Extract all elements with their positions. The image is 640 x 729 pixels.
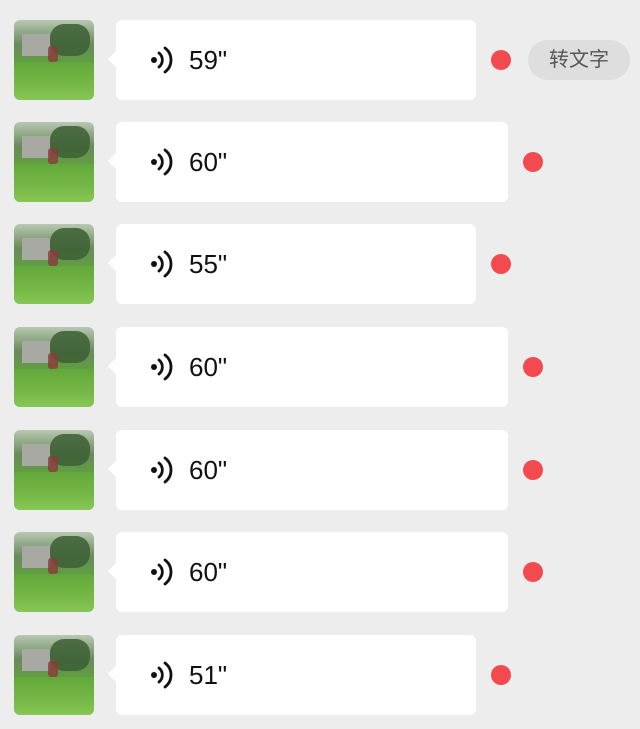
voice-wave-icon — [151, 353, 173, 381]
unread-dot — [491, 50, 511, 70]
avatar-house — [22, 136, 50, 158]
voice-bubble[interactable]: 60" — [108, 532, 508, 612]
sender-avatar[interactable] — [14, 430, 94, 510]
voice-message-row: 60" — [0, 122, 640, 204]
avatar-house — [22, 649, 50, 671]
voice-message-row: 60" — [0, 532, 640, 614]
voice-bubble[interactable]: 60" — [108, 430, 508, 510]
voice-duration: 51" — [189, 660, 228, 690]
avatar-lawn — [14, 164, 94, 202]
avatar-figure — [48, 558, 58, 574]
sender-avatar[interactable] — [14, 327, 94, 407]
avatar-figure — [48, 353, 58, 369]
avatar-lawn — [14, 62, 94, 100]
voice-wave-icon — [151, 661, 173, 689]
unread-dot — [491, 254, 511, 274]
avatar-lawn — [14, 574, 94, 612]
voice-message-row: 60" — [0, 327, 640, 409]
avatar-house — [22, 238, 50, 260]
voice-wave-icon — [151, 250, 173, 278]
avatar-house — [22, 341, 50, 363]
unread-dot — [523, 562, 543, 582]
voice-duration: 60" — [189, 455, 228, 485]
voice-message-row: 55" — [0, 224, 640, 306]
avatar-lawn — [14, 677, 94, 715]
convert-to-text-button[interactable]: 转文字 — [528, 40, 630, 80]
voice-message-row: 51" — [0, 635, 640, 717]
unread-dot — [523, 357, 543, 377]
voice-bubble[interactable]: 51" — [108, 635, 476, 715]
sender-avatar[interactable] — [14, 224, 94, 304]
voice-bubble[interactable]: 60" — [108, 327, 508, 407]
voice-duration: 60" — [189, 147, 228, 177]
voice-duration: 60" — [189, 557, 228, 587]
voice-bubble[interactable]: 59" — [108, 20, 476, 100]
voice-message-row: 59" 转文字 — [0, 20, 640, 102]
avatar-figure — [48, 661, 58, 677]
voice-wave-icon — [151, 456, 173, 484]
avatar-lawn — [14, 369, 94, 407]
unread-dot — [523, 152, 543, 172]
voice-wave-icon — [151, 46, 173, 74]
voice-wave-icon — [151, 558, 173, 586]
voice-duration: 60" — [189, 352, 228, 382]
unread-dot — [491, 665, 511, 685]
unread-dot — [523, 460, 543, 480]
avatar-house — [22, 444, 50, 466]
sender-avatar[interactable] — [14, 20, 94, 100]
avatar-lawn — [14, 266, 94, 304]
avatar-figure — [48, 456, 58, 472]
sender-avatar[interactable] — [14, 532, 94, 612]
voice-wave-icon — [151, 148, 173, 176]
avatar-lawn — [14, 472, 94, 510]
voice-message-row: 60" — [0, 430, 640, 512]
voice-duration: 59" — [189, 45, 228, 75]
avatar-figure — [48, 148, 58, 164]
avatar-figure — [48, 250, 58, 266]
avatar-house — [22, 34, 50, 56]
sender-avatar[interactable] — [14, 635, 94, 715]
voice-bubble[interactable]: 60" — [108, 122, 508, 202]
avatar-figure — [48, 46, 58, 62]
voice-bubble[interactable]: 55" — [108, 224, 476, 304]
avatar-house — [22, 546, 50, 568]
voice-duration: 55" — [189, 249, 228, 279]
sender-avatar[interactable] — [14, 122, 94, 202]
